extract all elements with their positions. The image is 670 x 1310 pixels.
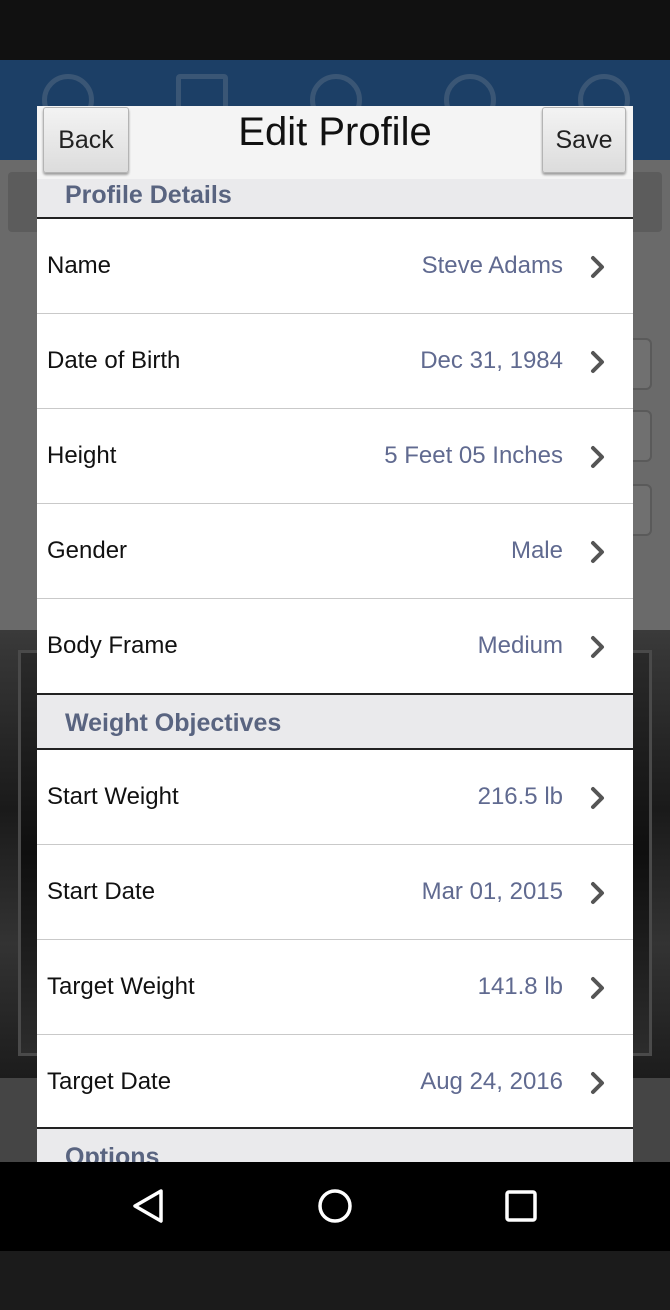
row-label: Target Weight: [47, 973, 195, 1000]
chevron-right-icon: [591, 787, 604, 809]
section-title: Profile Details: [65, 181, 232, 209]
row-value: Aug 24, 2016: [420, 1068, 563, 1095]
row-label: Height: [47, 442, 117, 469]
row-label: Body Frame: [47, 632, 178, 659]
row-value: Mar 01, 2015: [421, 878, 563, 905]
chevron-right-icon: [591, 1072, 604, 1094]
edit-profile-dialog: Edit Profile Back Save Profile Details N…: [37, 106, 633, 1162]
dialog-header: Edit Profile Back Save: [37, 106, 633, 179]
chevron-right-icon: [591, 541, 604, 563]
section-header-weight-objectives: Weight Objectives: [37, 693, 633, 750]
chevron-right-icon: [591, 446, 604, 468]
circle-home-icon[interactable]: [315, 1186, 355, 1226]
row-target-weight[interactable]: Target Weight 141.8 lb: [37, 940, 633, 1035]
row-label: Target Date: [47, 1068, 172, 1095]
section-title: Weight Objectives: [65, 709, 282, 737]
row-body-frame[interactable]: Body Frame Medium: [37, 599, 633, 694]
row-value: Medium: [477, 632, 563, 659]
row-label: Name: [47, 252, 112, 279]
row-height[interactable]: Height 5 Feet 05 Inches: [37, 409, 633, 504]
bottom-filler: [0, 1251, 670, 1310]
row-value: Dec 31, 1984: [420, 347, 563, 374]
row-name[interactable]: Name Steve Adams: [37, 219, 633, 314]
row-value: Steve Adams: [421, 252, 563, 279]
row-value: Male: [510, 537, 563, 564]
row-label: Date of Birth: [47, 347, 181, 374]
row-label: Start Date: [47, 878, 156, 905]
square-recents-icon[interactable]: [501, 1186, 541, 1226]
row-start-weight[interactable]: Start Weight 216.5 lb: [37, 750, 633, 845]
navigation-bar: [0, 1162, 670, 1251]
row-start-date[interactable]: Start Date Mar 01, 2015: [37, 845, 633, 940]
back-button[interactable]: Back: [43, 107, 129, 173]
chevron-right-icon: [591, 636, 604, 658]
status-bar: [0, 0, 670, 60]
chevron-right-icon: [591, 351, 604, 373]
section-header-profile-details: Profile Details: [37, 179, 633, 219]
section-title: Options: [65, 1143, 160, 1162]
save-button[interactable]: Save: [542, 107, 626, 173]
section-header-options: Options: [37, 1127, 633, 1162]
row-value: 216.5 lb: [477, 783, 563, 810]
row-label: Gender: [47, 537, 128, 564]
row-gender[interactable]: Gender Male: [37, 504, 633, 599]
chevron-right-icon: [591, 256, 604, 278]
row-label: Start Weight: [47, 783, 179, 810]
row-value: 5 Feet 05 Inches: [384, 442, 563, 469]
row-date-of-birth[interactable]: Date of Birth Dec 31, 1984: [37, 314, 633, 409]
row-target-date[interactable]: Target Date Aug 24, 2016: [37, 1035, 633, 1130]
row-value: 141.8 lb: [477, 973, 563, 1000]
chevron-right-icon: [591, 977, 604, 999]
triangle-back-icon[interactable]: [128, 1186, 168, 1226]
chevron-right-icon: [591, 882, 604, 904]
